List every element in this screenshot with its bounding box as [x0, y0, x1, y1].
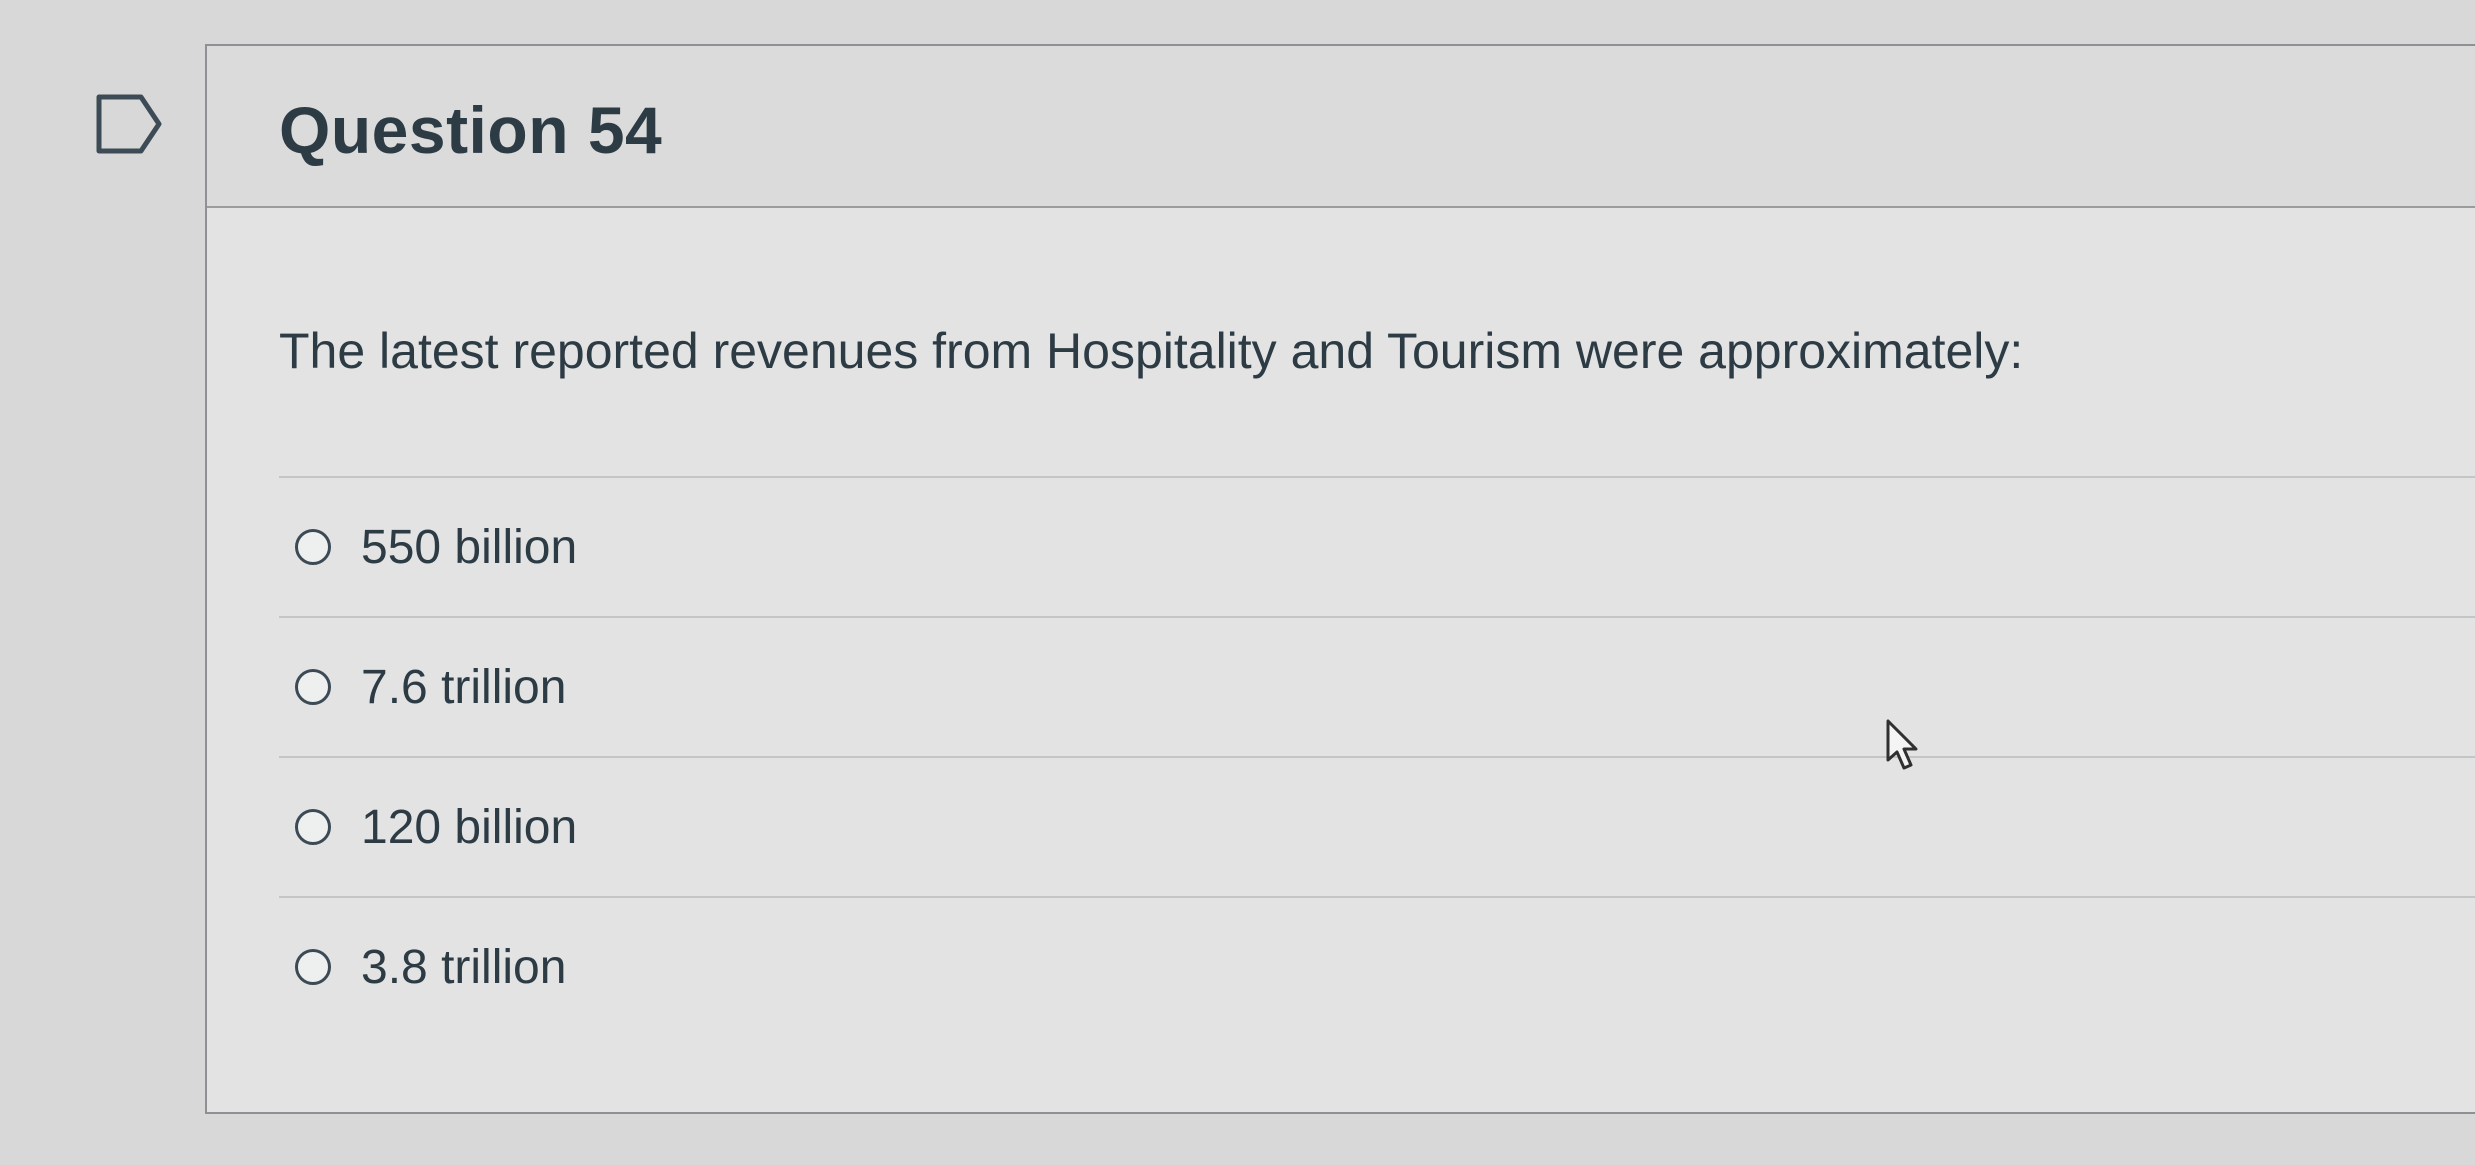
- radio-button-icon[interactable]: [295, 949, 331, 985]
- radio-button-icon[interactable]: [295, 669, 331, 705]
- flag-question-icon[interactable]: [95, 93, 165, 155]
- radio-button-icon[interactable]: [295, 529, 331, 565]
- answer-option-4[interactable]: 3.8 trillion: [279, 898, 2475, 1036]
- question-header: Question 54: [207, 46, 2475, 208]
- question-title: Question 54: [279, 93, 663, 167]
- answer-list: 550 billion 7.6 trillion 120 billion 3.8…: [279, 476, 2475, 1036]
- answer-option-3[interactable]: 120 billion: [279, 758, 2475, 898]
- answer-label: 7.6 trillion: [361, 660, 567, 714]
- answer-label: 550 billion: [361, 520, 578, 574]
- answer-option-2[interactable]: 7.6 trillion: [279, 618, 2475, 758]
- radio-button-icon[interactable]: [295, 809, 331, 845]
- question-card: Question 54 The latest reported revenues…: [205, 44, 2475, 1114]
- mouse-pointer-icon: [1886, 719, 1918, 770]
- answer-option-1[interactable]: 550 billion: [279, 478, 2475, 618]
- question-text: The latest reported revenues from Hospit…: [279, 323, 2024, 379]
- answer-label: 120 billion: [361, 800, 578, 854]
- answer-label: 3.8 trillion: [361, 940, 567, 994]
